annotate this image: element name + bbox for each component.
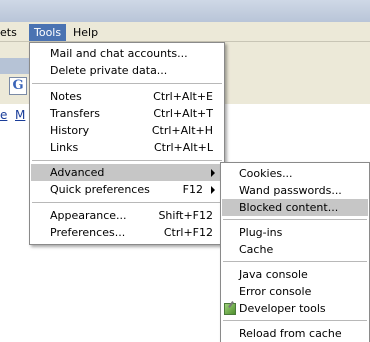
menu-item-mail-and-chat-accounts[interactable]: Mail and chat accounts... (31, 45, 223, 62)
menu-item-transfers[interactable]: Transfers Ctrl+Alt+T (31, 105, 223, 122)
menu-item-history[interactable]: History Ctrl+Alt+H (31, 122, 223, 139)
menu-item-plug-ins[interactable]: Plug-ins (222, 224, 368, 241)
menu-separator (223, 261, 367, 262)
menu-item-links[interactable]: Links Ctrl+Alt+L (31, 139, 223, 156)
menu-item-shortcut: Shift+F12 (158, 209, 213, 222)
developer-tools-icon (224, 303, 236, 315)
menu-item-advanced[interactable]: Advanced (31, 164, 223, 181)
advanced-submenu: Cookies... Wand passwords... Blocked con… (220, 162, 370, 342)
menu-separator (32, 202, 222, 203)
menu-item-label: Notes (50, 90, 82, 103)
menu-item-shortcut: Ctrl+Alt+L (153, 141, 213, 154)
submenu-arrow-icon (211, 186, 215, 194)
menu-item-notes[interactable]: Notes Ctrl+Alt+E (31, 88, 223, 105)
menu-item-reload-from-cache[interactable]: Reload from cache (222, 325, 368, 342)
menu-item-shortcut: Ctrl+Alt+T (153, 107, 213, 120)
menu-item-shortcut: Ctrl+F12 (163, 226, 213, 239)
menu-item-quick-preferences[interactable]: Quick preferences F12 (31, 181, 223, 198)
menu-separator (32, 160, 222, 161)
menu-item-label: Appearance... (50, 209, 127, 222)
menu-item-label: Cache (239, 243, 274, 256)
menu-item-developer-tools[interactable]: Developer tools (222, 300, 368, 317)
menu-item-shortcut: Ctrl+Alt+H (151, 124, 213, 137)
menu-item-shortcut: Ctrl+Alt+E (153, 90, 213, 103)
menu-item-label: Transfers (50, 107, 100, 120)
menu-item-blocked-content[interactable]: Blocked content... (222, 199, 368, 216)
menu-bar: gets Tools Help (0, 22, 370, 42)
menu-item-appearance[interactable]: Appearance... Shift+F12 (31, 207, 223, 224)
menu-item-cookies[interactable]: Cookies... (222, 165, 368, 182)
page-link[interactable]: e (0, 108, 7, 122)
menu-separator (223, 320, 367, 321)
browser-window: gets Tools Help G e M Mail and chat acco… (0, 0, 370, 342)
menu-item-label: Developer tools (239, 302, 326, 315)
menu-item-shortcut: F12 (182, 183, 203, 196)
menu-item-preferences[interactable]: Preferences... Ctrl+F12 (31, 224, 223, 241)
menu-item-label: Mail and chat accounts... (50, 47, 188, 60)
menu-item-java-console[interactable]: Java console (222, 266, 368, 283)
menu-item-label: Quick preferences (50, 183, 150, 196)
menu-item-label: Delete private data... (50, 64, 168, 77)
menu-separator (223, 219, 367, 220)
menu-item-cache[interactable]: Cache (222, 241, 368, 258)
menu-item-label: Error console (239, 285, 312, 298)
menu-widgets[interactable]: gets (0, 24, 22, 41)
window-title-bar (0, 0, 370, 22)
submenu-arrow-icon (211, 169, 215, 177)
google-search-icon[interactable]: G (9, 77, 27, 95)
menu-item-delete-private-data[interactable]: Delete private data... (31, 62, 223, 79)
menu-item-label: Java console (239, 268, 308, 281)
tools-menu: Mail and chat accounts... Delete private… (29, 42, 225, 245)
menu-item-label: Cookies... (239, 167, 293, 180)
menu-item-error-console[interactable]: Error console (222, 283, 368, 300)
menu-item-label: Preferences... (50, 226, 126, 239)
menu-item-label: Wand passwords... (239, 184, 342, 197)
menu-item-label: History (50, 124, 90, 137)
menu-item-label: Advanced (50, 166, 105, 179)
menu-separator (32, 83, 222, 84)
menu-tools[interactable]: Tools (29, 24, 67, 41)
menu-item-wand-passwords[interactable]: Wand passwords... (222, 182, 368, 199)
menu-help[interactable]: Help (68, 24, 103, 41)
menu-item-label: Links (50, 141, 79, 154)
page-link[interactable]: M (15, 108, 25, 122)
menu-item-label: Blocked content... (239, 201, 339, 214)
menu-item-label: Plug-ins (239, 226, 283, 239)
menu-item-label: Reload from cache (239, 327, 342, 340)
